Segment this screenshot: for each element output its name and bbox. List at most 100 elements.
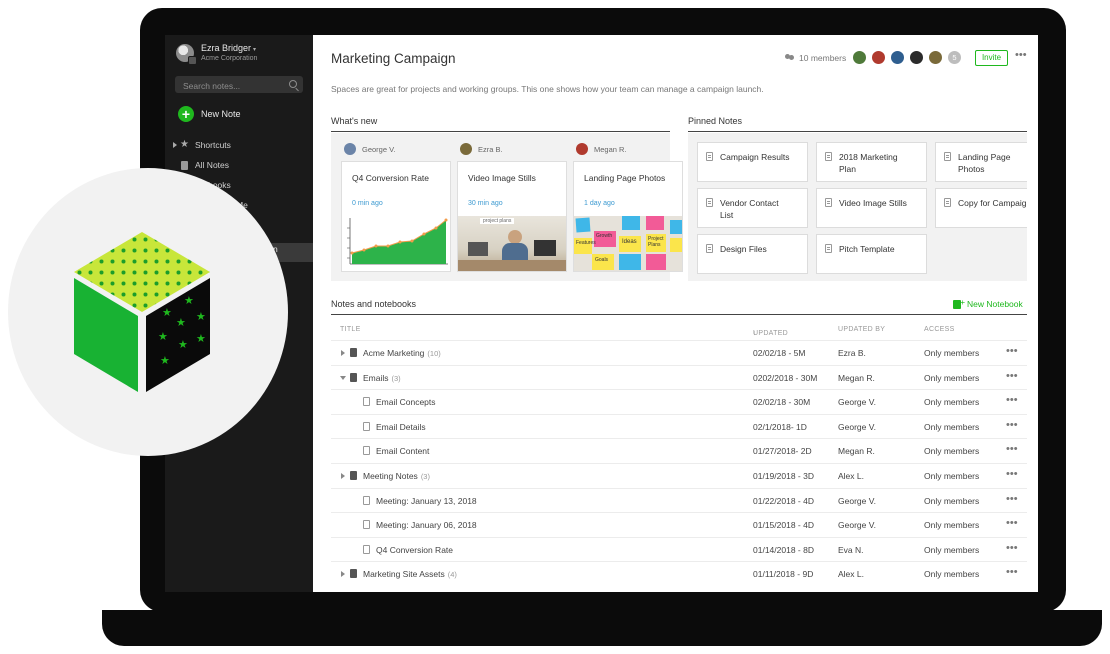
notebook-icon [350,569,357,579]
row-access: Only members [924,544,980,555]
more-icon[interactable]: ••• [1006,566,1018,578]
more-icon[interactable]: ••• [1006,443,1018,455]
invite-button[interactable]: Invite [975,50,1008,66]
org-badge-icon [188,56,197,65]
svg-text:★: ★ [196,332,206,345]
table-row[interactable]: Email Concepts 02/02/18 - 30M George V. … [331,389,1027,414]
whats-new-panel: George V. Q4 Conversion Rate 0 min ago E… [331,133,683,281]
collapse-arrow-icon[interactable] [340,375,346,380]
column-updated-by[interactable]: UPDATED BY [838,326,885,333]
row-updated: 02/02/18 - 30M [753,397,811,408]
note-preview[interactable]: Video Image Stills 30 min ago project pl… [457,161,567,272]
more-icon[interactable]: ••• [1006,517,1018,529]
sticky-note [646,254,666,270]
table-row[interactable]: Q4 Conversion Rate 01/14/2018 - 8D Eva N… [331,536,1027,562]
avatar[interactable] [890,50,905,65]
members-count[interactable]: 10 members [785,53,846,63]
sticky-note: Ideas [619,236,641,252]
row-title: Meeting: January 13, 2018 [376,495,477,506]
whats-new-card[interactable]: Megan R. Landing Page Photos 1 day ago G… [563,139,683,273]
avatar[interactable] [909,50,924,65]
logo-badge: ★ ★ ★ ★ ★ ★ ★ ★ [8,168,288,456]
table-row[interactable]: Emails (3) 0202/2018 - 30M Megan R. Only … [331,364,1027,390]
more-icon[interactable]: ••• [1006,345,1018,357]
svg-text:★: ★ [178,338,188,351]
row-updated-by: Alex L. [838,470,864,481]
new-notebook-button[interactable]: New Notebook [953,298,1023,309]
notebook-icon [350,348,357,357]
note-preview[interactable]: Q4 Conversion Rate 0 min ago [341,161,451,272]
avatar[interactable] [871,50,886,65]
row-updated: 01/11/2018 - 9D [753,569,814,580]
row-count: (3) [420,471,430,481]
table-header: TITLE UPDATED ↓ UPDATED BY ACCESS [331,322,1027,340]
row-title: Meeting Notes (3) [363,471,430,481]
more-icon[interactable]: ••• [1006,419,1018,431]
pinned-note[interactable]: Design Files [697,234,808,274]
svg-text:★: ★ [162,306,172,319]
main-content: Marketing Campaign 10 members 5 Invite •… [313,35,1038,592]
column-access[interactable]: ACCESS [924,326,955,333]
table-row[interactable]: Email Details 02/1/2018- 1D George V. On… [331,413,1027,439]
user-menu[interactable]: Ezra Bridger ▾ Acme Corporation [176,43,306,69]
user-name: Ezra Bridger ▾ [201,43,256,53]
row-access: Only members [924,569,980,580]
row-updated-by: Ezra B. [838,348,866,358]
more-icon[interactable]: ••• [1015,49,1027,61]
pinned-note-title: Design Files [720,244,767,254]
laptop-base [102,610,1102,646]
table-row[interactable]: Marketing Site Assets (4) 01/11/2018 - 9D… [331,561,1027,586]
pinned-note[interactable]: Pitch Template [816,234,927,274]
more-icon[interactable]: ••• [1006,542,1018,554]
note-icon [363,495,370,505]
whats-new-card[interactable]: George V. Q4 Conversion Rate 0 min ago [331,139,451,273]
pinned-note[interactable]: Landing Page Photos [935,142,1027,182]
table-row[interactable]: Email Content 01/27/2018- 2D Megan R. On… [331,438,1027,463]
pinned-note[interactable]: Copy for Campaign [935,188,1027,228]
pinned-note[interactable]: Campaign Results [697,142,808,182]
search-icon[interactable] [289,80,297,88]
pinned-note-title-text: Landing Page Photos [958,152,1011,174]
star-icon: ★ [180,139,189,150]
monitor-shape [534,240,556,256]
row-title: Meeting: January 06, 2018 [376,520,477,531]
more-icon[interactable]: ••• [1006,493,1018,505]
table-row[interactable]: Meeting Notes (3) 01/19/2018 - 3D Alex L.… [331,462,1027,488]
sidebar-item-label: Shortcuts [195,140,231,150]
expand-arrow-icon[interactable] [341,472,345,479]
expand-arrow-icon[interactable] [341,571,345,578]
column-title[interactable]: TITLE [340,326,361,333]
sidebar-item-shortcuts[interactable]: ★ Shortcuts [165,135,313,155]
pinned-note[interactable]: Video Image Stills [816,188,927,228]
new-note-button[interactable]: + New Note [178,105,241,123]
divider [331,314,1027,315]
note-timestamp: 30 min ago [468,200,503,207]
more-icon[interactable]: ••• [1006,394,1018,406]
avatar[interactable] [852,50,867,65]
table-row[interactable]: Meeting: January 06, 2018 01/15/2018 - 4… [331,512,1027,537]
expand-arrow-icon[interactable] [173,142,177,148]
search-input[interactable] [175,77,283,95]
row-title: Emails (3) [363,373,401,383]
avatar[interactable] [928,50,943,65]
more-icon[interactable]: ••• [1006,468,1018,480]
pinned-note[interactable]: 2018 Marketing Plan [816,142,927,182]
sticky-note [646,216,664,230]
note-preview[interactable]: Landing Page Photos 1 day ago Growth Fea… [573,161,683,272]
expand-arrow-icon[interactable] [341,350,345,356]
sticky-note: Goals [592,254,614,270]
table-row[interactable]: Meeting: January 13, 2018 01/22/2018 - 4… [331,487,1027,513]
member-avatars[interactable]: 5 [852,50,966,65]
table-row[interactable]: Acme Marketing (10) 02/02/18 - 5M Ezra B.… [331,340,1027,365]
more-icon[interactable]: ••• [1006,370,1018,382]
divider [331,131,670,132]
pinned-note-title: Video Image Stills [839,198,907,208]
card-author: George V. [344,142,396,156]
note-icon [706,152,713,161]
pinned-note[interactable]: Vendor Contact List [697,188,808,228]
more-members-badge[interactable]: 5 [947,50,962,65]
row-title: Email Details [376,421,426,432]
author-name: Ezra B. [478,144,503,154]
row-access: Only members [924,495,980,506]
whats-new-card[interactable]: Ezra B. Video Image Stills 30 min ago pr… [447,139,567,273]
